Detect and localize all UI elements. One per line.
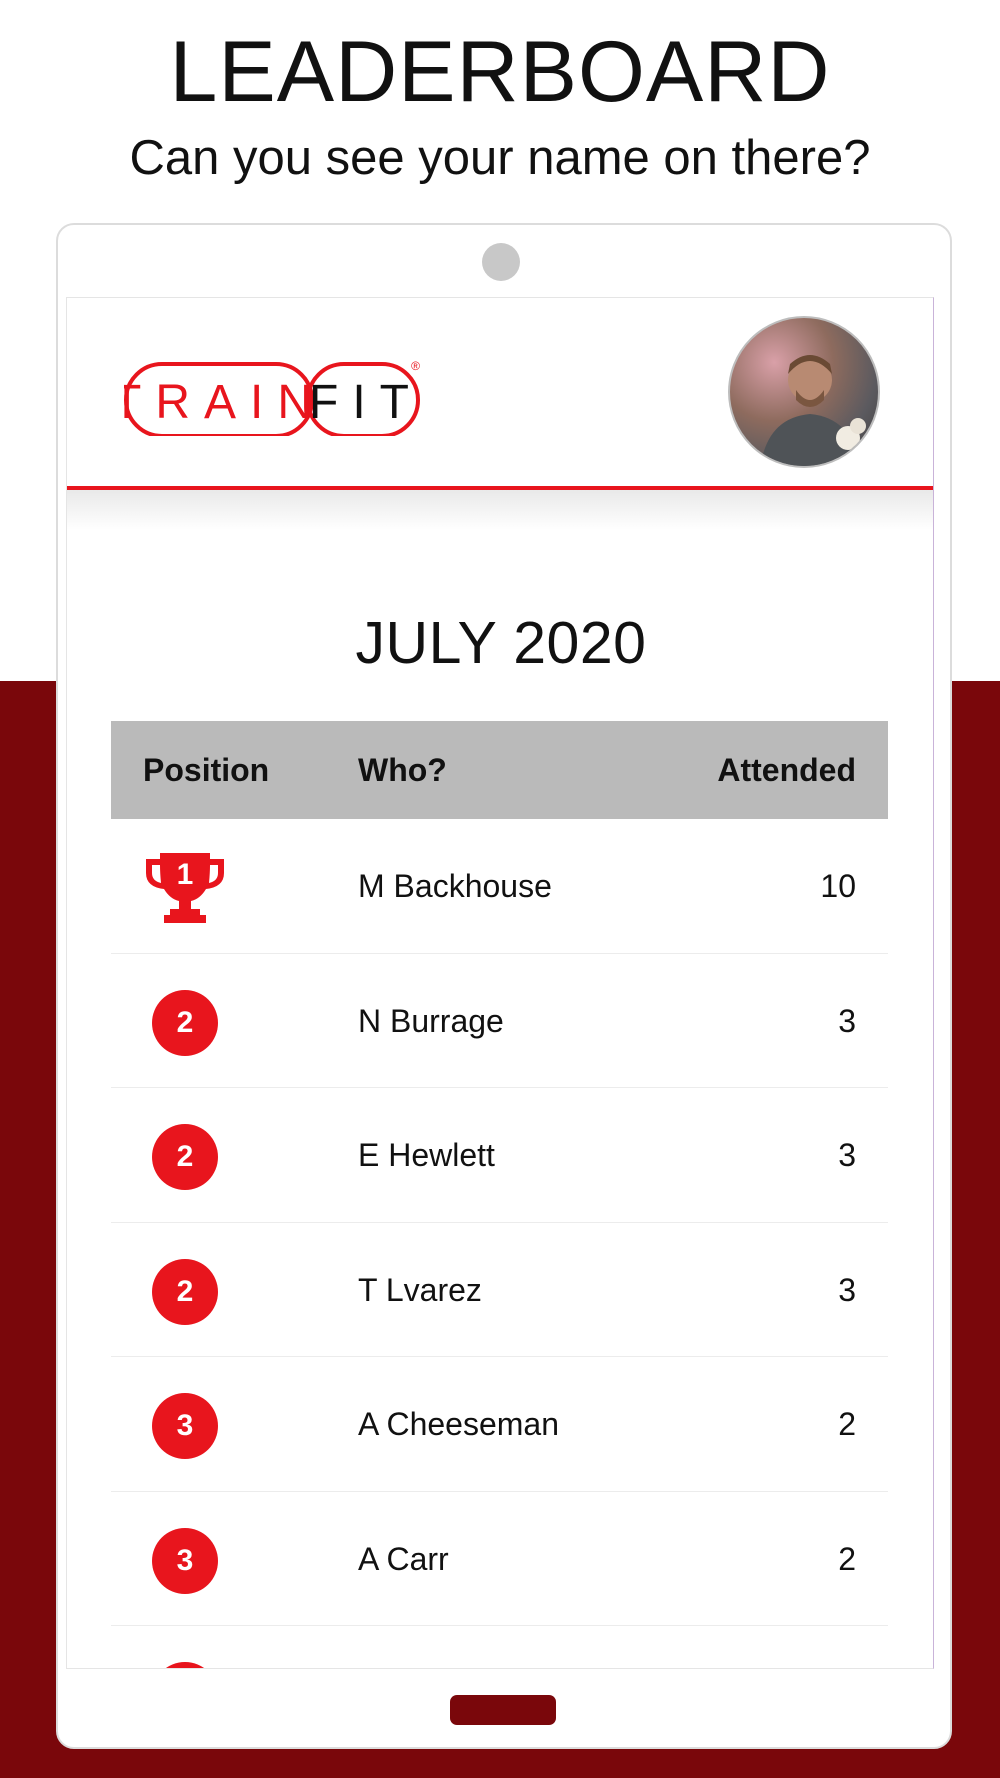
app-header: TRAIN FIT ® xyxy=(67,298,933,490)
attended-count: 3 xyxy=(838,1002,856,1039)
app-screen: TRAIN FIT ® JULY 2020 Position Who? Atte… xyxy=(66,297,934,1669)
trophy-icon: 1 xyxy=(146,853,224,923)
camera-icon xyxy=(482,243,520,281)
avatar-image xyxy=(760,355,866,466)
home-button[interactable] xyxy=(450,1695,556,1725)
member-name: M Backhouse xyxy=(358,868,552,904)
promo-title: LEADERBOARD xyxy=(169,24,831,120)
attended-count: 10 xyxy=(820,868,856,904)
member-name: A Cheeseman xyxy=(358,1406,560,1442)
rank-badge: 3 xyxy=(152,1527,218,1594)
column-header-attended: Attended xyxy=(717,752,856,788)
trainfit-logo[interactable]: TRAIN FIT ® xyxy=(124,356,424,436)
rank-badge: 2 xyxy=(152,989,218,1056)
attended-count: 2 xyxy=(838,1406,856,1442)
device-frame: TRAIN FIT ® JULY 2020 Position Who? Atte… xyxy=(56,223,952,1749)
promo-subtitle: Can you see your name on there? xyxy=(129,131,871,185)
leaderboard-table: Position Who? Attended 1 M Backhouse 10 … xyxy=(111,721,888,1668)
rank-badge: 2 xyxy=(152,1124,218,1190)
rank-badge xyxy=(152,1662,218,1668)
table-row: 2 E Hewlett 3 xyxy=(111,1088,888,1223)
user-avatar[interactable] xyxy=(728,316,880,468)
header-shadow xyxy=(67,490,933,530)
attended-count: 2 xyxy=(838,1540,856,1577)
member-name: T Lvarez xyxy=(358,1271,482,1308)
member-name: A Carr xyxy=(358,1540,449,1577)
month-title: JULY 2020 xyxy=(355,610,647,676)
column-header-position: Position xyxy=(143,752,270,788)
rank-number: 1 xyxy=(176,858,194,891)
rank-badge: 3 xyxy=(152,1393,218,1459)
attended-count: 3 xyxy=(838,1271,856,1308)
table-row: 3 A Cheeseman 2 xyxy=(111,1357,888,1492)
table-header: Position Who? Attended xyxy=(111,721,888,819)
table-row: 3 A Carr 2 xyxy=(111,1492,888,1626)
column-header-who: Who? xyxy=(358,752,447,788)
table-row: 2 T Lvarez 3 xyxy=(111,1223,888,1357)
logo-registered-mark: ® xyxy=(411,359,420,373)
member-name: N Burrage xyxy=(358,1002,504,1039)
table-row-partial xyxy=(111,1626,888,1668)
member-name: E Hewlett xyxy=(358,1137,495,1173)
table-row: 2 N Burrage 3 xyxy=(111,954,888,1088)
logo-text-train: TRAIN xyxy=(124,376,326,429)
table-row: 1 M Backhouse 10 xyxy=(111,819,888,954)
logo-text-fit: FIT xyxy=(309,376,423,429)
attended-count: 3 xyxy=(838,1137,856,1173)
rank-badge: 2 xyxy=(152,1258,218,1325)
